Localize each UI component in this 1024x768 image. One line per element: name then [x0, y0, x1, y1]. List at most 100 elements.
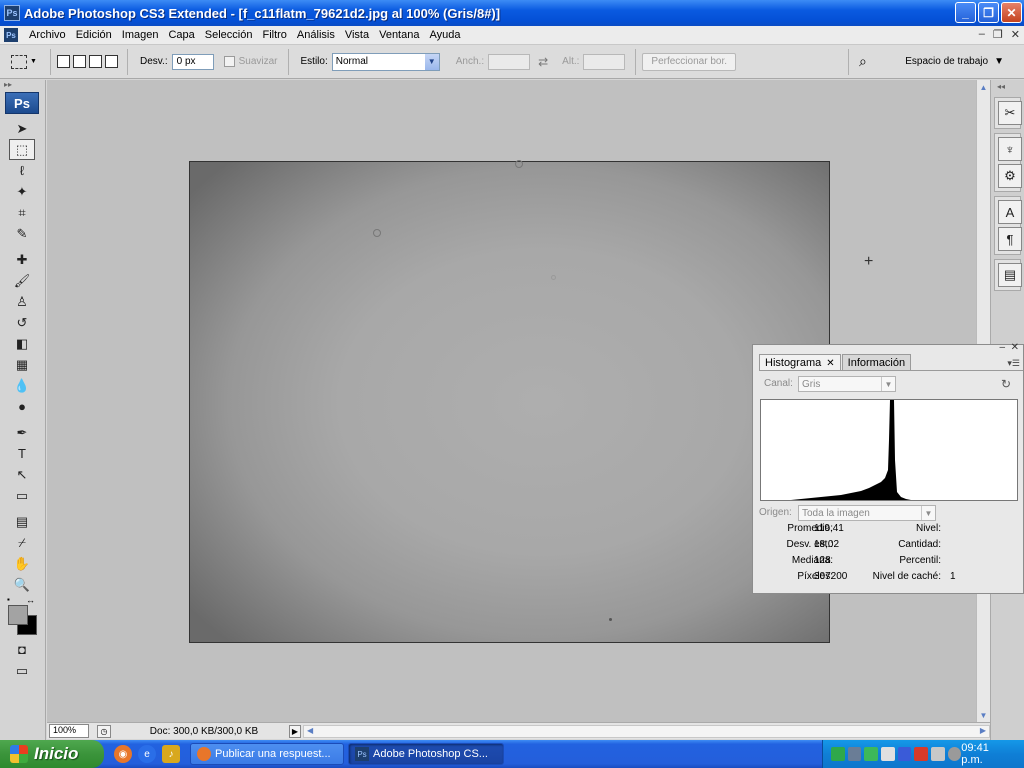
blur-tool-icon[interactable]: 💧	[9, 375, 35, 396]
default-colors-icon[interactable]: ▪	[7, 595, 10, 604]
close-button[interactable]: ✕	[1001, 2, 1022, 23]
healing-brush-tool-icon[interactable]: ✚	[9, 249, 35, 270]
eyedropper-tool-icon[interactable]: ⌿	[9, 532, 35, 553]
type-tool-icon[interactable]: T	[9, 443, 35, 464]
subtract-selection-icon[interactable]	[89, 55, 102, 68]
scroll-up-icon[interactable]: ▲	[977, 80, 990, 94]
gradient-tool-icon[interactable]: ▦	[9, 354, 35, 375]
scroll-left-icon[interactable]: ◀	[307, 726, 313, 735]
path-selection-tool-icon[interactable]: ↖	[9, 464, 35, 485]
display-icon[interactable]	[897, 747, 912, 761]
firefox-icon[interactable]: ◉	[114, 745, 132, 763]
quick-mask-icon[interactable]: ◘	[9, 639, 35, 660]
tab-close-icon[interactable]: ✕	[826, 358, 834, 369]
tab-histograma[interactable]: Histograma ✕	[759, 354, 841, 370]
chevron-down-icon[interactable]: ▼	[881, 377, 895, 391]
document-restore-button[interactable]: ❐	[993, 28, 1003, 41]
pen-tool-icon[interactable]: ✒	[9, 422, 35, 443]
width-input[interactable]	[488, 53, 531, 70]
source-select[interactable]: Toda la imagen ▼	[798, 505, 936, 521]
toolbox-grip[interactable]: ▸▸	[0, 80, 45, 90]
add-selection-icon[interactable]	[73, 55, 86, 68]
tool-presets-icon[interactable]: ✂	[998, 101, 1022, 125]
document-icon[interactable]: Ps	[4, 28, 18, 42]
menu-analisis[interactable]: Análisis	[292, 29, 340, 41]
new-selection-icon[interactable]	[57, 55, 70, 68]
refresh-icon[interactable]: ↻	[1001, 377, 1011, 391]
bridge-icon[interactable]: ⌕	[859, 53, 867, 70]
brushes-icon[interactable]: ♆	[998, 137, 1022, 161]
antivirus-icon[interactable]	[864, 747, 878, 761]
brush-tool-icon[interactable]: 🖌	[9, 270, 35, 291]
menu-seleccion[interactable]: Selección	[200, 29, 258, 41]
lasso-tool-icon[interactable]: ℓ	[9, 160, 35, 181]
dodge-tool-icon[interactable]: ●	[9, 396, 35, 417]
foreground-color-swatch[interactable]	[8, 605, 28, 625]
history-brush-tool-icon[interactable]: ↺	[9, 312, 35, 333]
start-button[interactable]: Inicio	[0, 740, 104, 768]
paragraph-icon[interactable]: ¶	[998, 227, 1022, 251]
horizontal-scrollbar[interactable]: ◀ ▶	[303, 724, 990, 738]
network-icon[interactable]	[831, 747, 845, 761]
speaker-icon[interactable]	[947, 747, 962, 761]
document-close-button[interactable]: ✕	[1011, 28, 1020, 41]
swap-icon[interactable]: ⇄	[538, 55, 548, 69]
panel-close-icon[interactable]: ✕	[1011, 342, 1019, 353]
dock-grip[interactable]: ◂◂	[991, 80, 1024, 93]
task-photoshop[interactable]: Ps Adobe Photoshop CS...	[348, 743, 504, 765]
media-player-icon[interactable]: ♪	[162, 745, 180, 763]
style-select[interactable]: Normal ▼	[331, 52, 440, 71]
feather-input[interactable]: 0 px	[171, 53, 214, 70]
layer-comps-icon[interactable]: ▤	[998, 263, 1022, 287]
menu-ayuda[interactable]: Ayuda	[424, 29, 465, 41]
crop-tool-icon[interactable]: ⌗	[9, 202, 35, 223]
messenger-icon[interactable]	[880, 747, 895, 761]
status-menu-arrow-icon[interactable]: ▶	[289, 724, 301, 738]
clone-source-icon[interactable]: ⚙	[998, 164, 1022, 188]
antialias-checkbox[interactable]: Suavizar	[223, 55, 282, 67]
intersect-selection-icon[interactable]	[105, 55, 118, 68]
zoom-tool-icon[interactable]: 🔍	[9, 574, 35, 595]
chevron-down-icon[interactable]: ▼	[424, 53, 439, 70]
menu-capa[interactable]: Capa	[163, 29, 199, 41]
menu-vista[interactable]: Vista	[340, 29, 374, 41]
height-input[interactable]	[583, 53, 626, 70]
tab-informacion[interactable]: Información	[841, 354, 912, 370]
menu-ventana[interactable]: Ventana	[374, 29, 424, 41]
panel-minimize-icon[interactable]: –	[999, 342, 1005, 353]
document-image[interactable]	[189, 160, 830, 643]
menu-edicion[interactable]: Edición	[71, 29, 117, 41]
chevron-down-icon[interactable]: ▼	[921, 506, 935, 520]
workspace-menu[interactable]: Espacio de trabajo ▼	[905, 56, 1004, 67]
document-minimize-button[interactable]: –	[979, 28, 985, 41]
task-firefox[interactable]: Publicar una respuest...	[190, 743, 344, 765]
clone-stamp-tool-icon[interactable]: ♙	[9, 291, 35, 312]
screen-mode-icon[interactable]: ▭	[9, 660, 35, 681]
volume-icon[interactable]	[847, 747, 862, 761]
shape-tool-icon[interactable]: ▭	[9, 485, 35, 506]
menu-imagen[interactable]: Imagen	[117, 29, 164, 41]
minimize-button[interactable]: _	[955, 2, 976, 23]
eraser-tool-icon[interactable]: ◧	[9, 333, 35, 354]
restore-button[interactable]: ❐	[978, 2, 999, 23]
scroll-down-icon[interactable]: ▼	[977, 708, 990, 722]
character-icon[interactable]: A	[998, 200, 1022, 224]
swap-colors-icon[interactable]: ↔	[26, 595, 35, 605]
status-info-icon[interactable]: ◷	[97, 724, 111, 738]
tool-preset-picker[interactable]: ▼	[4, 49, 44, 75]
slice-tool-icon[interactable]: ✎	[9, 223, 35, 244]
panel-menu-icon[interactable]: ▾☰	[1007, 358, 1020, 369]
channel-select[interactable]: Gris ▼	[798, 376, 896, 392]
menu-archivo[interactable]: Archivo	[24, 29, 71, 41]
zoom-level-field[interactable]: 100%	[49, 724, 89, 738]
internet-explorer-icon[interactable]: e	[138, 745, 156, 763]
notes-tool-icon[interactable]: ▤	[9, 511, 35, 532]
marquee-tool-icon[interactable]: ⬚	[9, 139, 35, 160]
move-tool-icon[interactable]: ➤	[9, 118, 35, 139]
refine-edge-button[interactable]: Perfeccionar bor.	[642, 52, 737, 71]
checkbox-box[interactable]	[223, 55, 235, 67]
usb-icon[interactable]	[930, 747, 945, 761]
scroll-right-icon[interactable]: ▶	[980, 726, 986, 735]
magic-wand-tool-icon[interactable]: ✦	[9, 181, 35, 202]
alert-icon[interactable]	[914, 747, 928, 761]
